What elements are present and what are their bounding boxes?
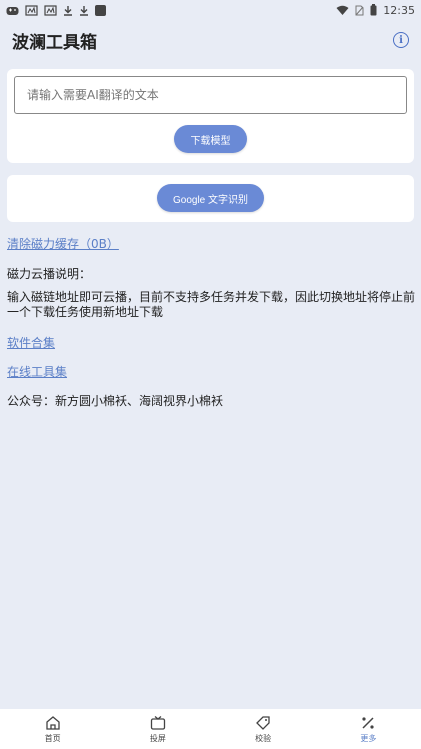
clear-cache-link[interactable]: 清除磁力缓存（0B） <box>7 235 119 252</box>
nav-item-more[interactable]: 更多 <box>316 709 421 749</box>
info-icon[interactable]: i <box>393 32 409 48</box>
app-title: 波澜工具箱 <box>12 32 97 53</box>
app-bar: 波澜工具箱 i <box>0 24 421 56</box>
weather-icon <box>44 4 57 16</box>
nav-item-verify[interactable]: 校验 <box>211 709 316 749</box>
status-left-icons <box>6 4 106 16</box>
nav-label: 校验 <box>255 733 272 743</box>
wifi-icon <box>336 5 349 15</box>
nav-label: 更多 <box>360 733 377 743</box>
tv-icon <box>150 715 166 730</box>
wechat-text: 公众号：新方圆小棉袄、海阔视界小棉袄 <box>7 394 224 408</box>
download-model-button[interactable]: 下载模型 <box>174 125 247 153</box>
download-icon <box>64 5 72 16</box>
nav-label: 首页 <box>44 733 61 743</box>
magnet-description: 输入磁链地址即可云播，目前不支持多任务并发下载，因此切换地址将停止前一个下载任务… <box>7 290 416 319</box>
translate-card: 下载模型 <box>7 69 414 163</box>
ocr-card: Google 文字识别 <box>7 175 414 222</box>
no-sim-icon <box>355 5 364 15</box>
download-icon <box>80 5 88 16</box>
nav-item-cast[interactable]: 投屏 <box>105 709 210 749</box>
bottom-nav: 首页 投屏 校验 更多 <box>0 709 421 749</box>
google-ocr-button[interactable]: Google 文字识别 <box>157 184 264 212</box>
battery-icon <box>370 4 377 16</box>
app-icon <box>95 4 106 16</box>
status-time: 12:35 <box>383 3 415 17</box>
gamepad-icon <box>6 6 19 15</box>
status-right-icons: 12:35 <box>336 4 415 16</box>
more-icon <box>362 716 374 729</box>
nav-label: 投屏 <box>149 733 166 743</box>
translate-input[interactable] <box>14 76 407 114</box>
magnet-heading: 磁力云播说明： <box>7 267 92 281</box>
weather-icon <box>25 4 38 16</box>
nav-item-home[interactable]: 首页 <box>0 709 105 749</box>
home-icon <box>45 715 60 730</box>
tag-icon <box>256 715 270 730</box>
online-tools-link[interactable]: 在线工具集 <box>7 363 67 380</box>
status-bar: 12:35 <box>0 0 421 20</box>
software-link[interactable]: 软件合集 <box>7 334 55 351</box>
